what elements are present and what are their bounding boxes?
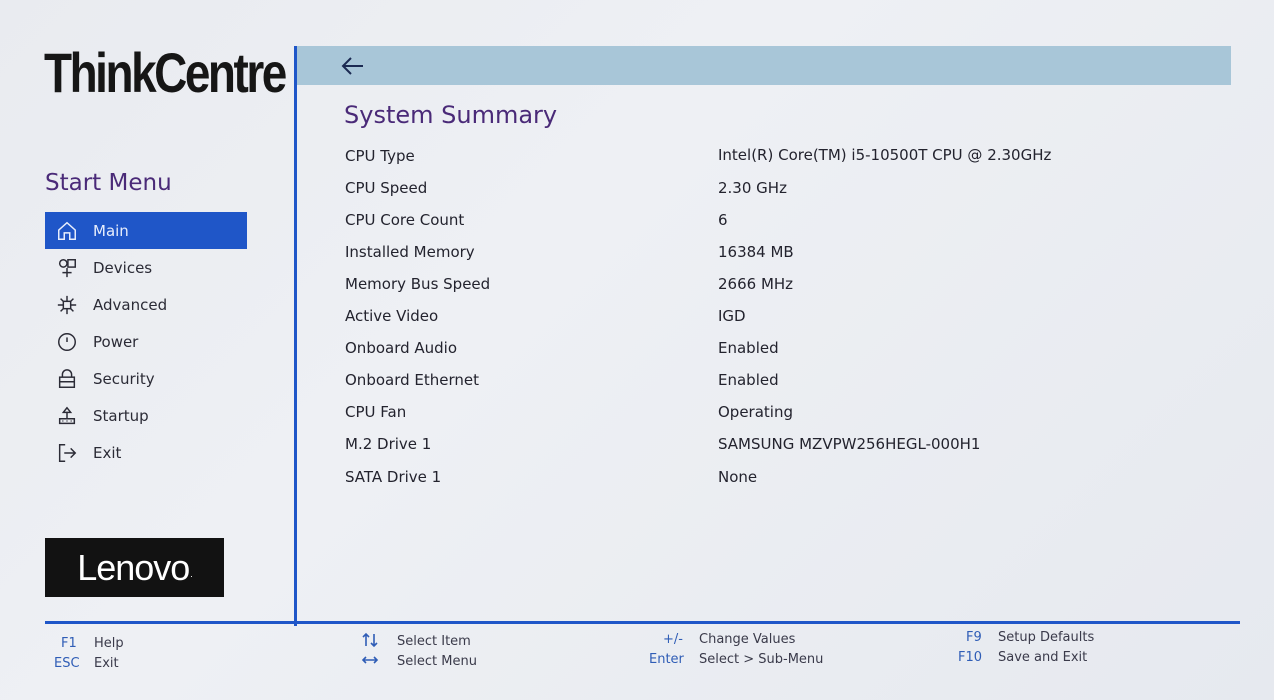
page-title: System Summary <box>344 101 558 129</box>
select-item-label: Select Item <box>397 634 471 649</box>
exit-icon <box>54 441 80 465</box>
table-row: Onboard Audio Enabled <box>345 339 1205 365</box>
sidebar-item-security[interactable]: Security <box>45 360 247 397</box>
sidebar-item-devices[interactable]: Devices <box>45 249 247 286</box>
row-label: Memory Bus Speed <box>345 275 491 293</box>
sidebar-item-label: Main <box>93 221 129 240</box>
row-label: CPU Type <box>345 147 415 165</box>
f9-key: F9 <box>966 630 982 645</box>
power-icon <box>54 330 80 354</box>
sidebar-item-label: Devices <box>93 258 153 277</box>
lenovo-logo: Lenovo. <box>45 538 224 597</box>
row-label: CPU Core Count <box>345 211 465 229</box>
table-row: CPU Fan Operating <box>345 403 1205 429</box>
thinkcentre-logo-text: ThinkCentre <box>44 41 287 104</box>
row-label: Onboard Audio <box>345 339 458 357</box>
change-values-label: Change Values <box>699 632 796 647</box>
start-menu: Main Devices Advanced Power Security Sta… <box>45 212 247 471</box>
esc-exit-label: Exit <box>94 656 119 671</box>
row-label: Active Video <box>345 307 439 325</box>
f1-key: F1 <box>61 636 77 651</box>
sidebar-item-label: Startup <box>93 406 149 425</box>
f1-help-label: Help <box>94 636 124 651</box>
sidebar-item-exit[interactable]: Exit <box>45 434 247 471</box>
save-and-exit-label: Save and Exit <box>998 650 1088 665</box>
footer-key-legend: F1 Help ESC Exit Select Item Select Menu… <box>0 630 1274 680</box>
row-label: M.2 Drive 1 <box>345 435 432 453</box>
table-row: M.2 Drive 1 SAMSUNG MZVPW256HEGL-000H1 <box>345 435 1205 461</box>
sidebar-item-label: Power <box>93 332 139 351</box>
back-arrow-icon <box>341 57 363 75</box>
lock-icon <box>54 367 80 391</box>
startup-icon <box>54 404 80 428</box>
sidebar-item-label: Exit <box>93 443 122 462</box>
sidebar-item-advanced[interactable]: Advanced <box>45 286 247 323</box>
lenovo-logo-text: Lenovo <box>77 546 190 588</box>
row-label: CPU Fan <box>345 403 407 421</box>
table-row: Active Video IGD <box>345 307 1205 333</box>
enter-key: Enter <box>649 652 684 667</box>
top-bar <box>297 46 1231 85</box>
select-submenu-label: Select > Sub-Menu <box>699 652 824 667</box>
row-label: CPU Speed <box>345 179 428 197</box>
table-row: CPU Core Count 6 <box>345 211 1205 237</box>
row-value: Enabled <box>718 339 779 357</box>
left-right-arrows-icon <box>361 653 379 671</box>
horizontal-divider <box>45 621 1240 624</box>
table-row: Installed Memory 16384 MB <box>345 243 1205 269</box>
row-value: IGD <box>718 307 746 325</box>
table-row: CPU Type Intel(R) Core(TM) i5-10500T CPU … <box>345 146 1205 173</box>
row-label: Onboard Ethernet <box>345 371 480 389</box>
devices-icon <box>54 256 80 280</box>
row-value: Operating <box>718 403 793 421</box>
sidebar-item-main[interactable]: Main <box>45 212 247 249</box>
table-row: Onboard Ethernet Enabled <box>345 371 1205 397</box>
sidebar-item-startup[interactable]: Startup <box>45 397 247 434</box>
row-value: 2.30 GHz <box>718 179 787 197</box>
vertical-divider <box>294 46 297 626</box>
up-down-arrows-icon <box>361 632 379 652</box>
row-label: Installed Memory <box>345 243 475 261</box>
row-value: None <box>718 468 758 486</box>
row-value: 16384 MB <box>718 243 794 261</box>
sidebar-item-label: Security <box>93 369 155 388</box>
row-value: SAMSUNG MZVPW256HEGL-000H1 <box>718 435 981 453</box>
select-menu-label: Select Menu <box>397 654 477 669</box>
lenovo-logo-mark: . <box>190 569 192 579</box>
table-row: SATA Drive 1 None <box>345 468 1205 494</box>
row-value: 2666 MHz <box>718 275 794 293</box>
start-menu-title: Start Menu <box>45 170 172 196</box>
row-value: Enabled <box>718 371 779 389</box>
esc-key: ESC <box>54 656 80 671</box>
setup-defaults-label: Setup Defaults <box>998 630 1095 645</box>
table-row: Memory Bus Speed 2666 MHz <box>345 275 1205 301</box>
thinkcentre-logo: ThinkCentre <box>44 40 287 105</box>
back-button[interactable] <box>337 52 367 80</box>
home-icon <box>54 219 80 243</box>
advanced-chip-icon <box>54 293 80 317</box>
row-value: Intel(R) Core(TM) i5-10500T CPU @ 2.30GH… <box>718 146 1052 164</box>
row-label: SATA Drive 1 <box>345 468 442 486</box>
plus-minus-key: +/- <box>663 632 683 647</box>
row-value: 6 <box>718 211 728 229</box>
sidebar-item-power[interactable]: Power <box>45 323 247 360</box>
sidebar-item-label: Advanced <box>93 295 168 314</box>
table-row: CPU Speed 2.30 GHz <box>345 179 1205 205</box>
f10-key: F10 <box>958 650 983 665</box>
